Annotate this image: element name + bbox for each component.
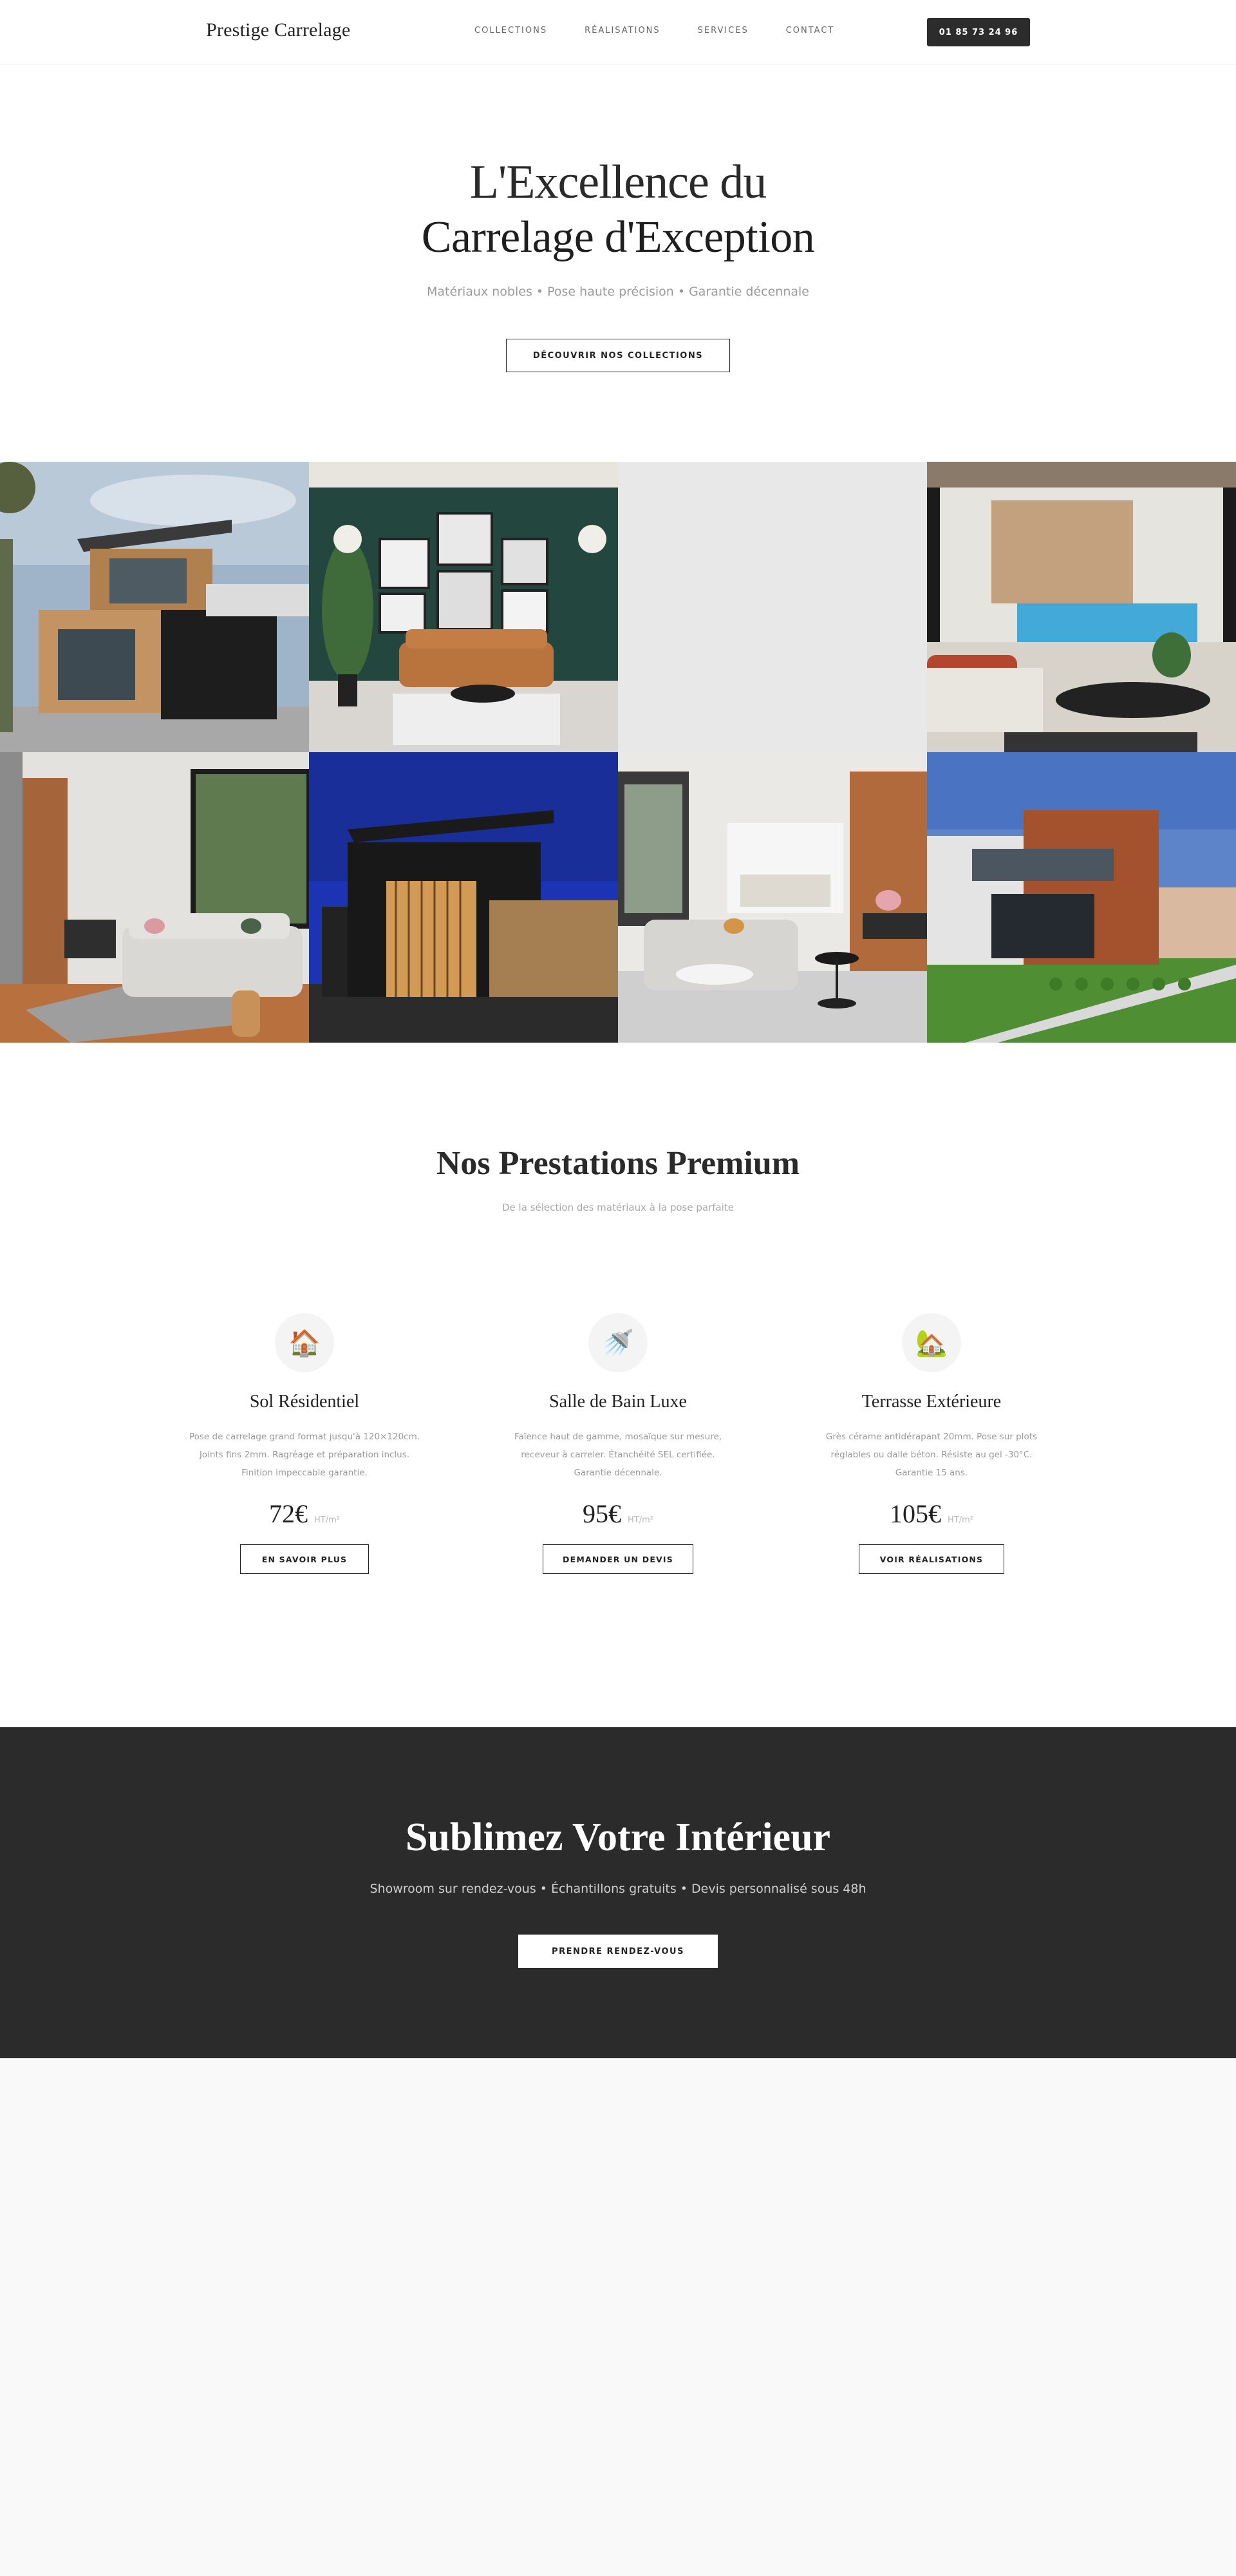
service-card-salle-de-bain: 🚿 Salle de Bain Luxe Faïence haut de gam…	[489, 1313, 747, 1574]
hero-title-line1: L'Excellence du	[469, 156, 767, 209]
gallery-image-3[interactable]	[618, 462, 927, 752]
gallery-image-7[interactable]	[618, 752, 927, 1043]
view-realisations-button[interactable]: VOIR RÉALISATIONS	[859, 1544, 1004, 1574]
house-exterior-image	[0, 462, 309, 752]
page-bottom-area	[0, 2058, 1236, 2576]
main-nav: COLLECTIONS RÉALISATIONS SERVICES CONTAC…	[474, 26, 872, 35]
house-cladding-image	[927, 752, 1236, 1043]
cta-title: Sublimez Votre Intérieur	[405, 1815, 831, 1859]
kitchen-living-image	[618, 752, 927, 1043]
hero-subtitle: Matériaux nobles • Pose haute précision …	[427, 285, 809, 299]
nav-link-contact[interactable]: CONTACT	[786, 26, 835, 35]
house-garden-icon: 🏡	[902, 1313, 961, 1372]
pool-terrace-image	[927, 462, 1236, 752]
services-subtitle: De la sélection des matériaux à la pose …	[501, 1202, 734, 1213]
gallery-image-1[interactable]	[0, 462, 309, 752]
hero-section: L'Excellence du Carrelage d'Exception Ma…	[0, 65, 1236, 462]
cta-section: Sublimez Votre Intérieur Showroom sur re…	[0, 1727, 1236, 2058]
price-amount: 95€	[583, 1499, 621, 1528]
book-appointment-button[interactable]: PRENDRE RENDEZ-VOUS	[518, 1935, 718, 1968]
learn-more-button[interactable]: EN SAVOIR PLUS	[240, 1544, 369, 1574]
price-amount: 105€	[890, 1499, 941, 1528]
site-header: Prestige Carrelage COLLECTIONS RÉALISATI…	[0, 0, 1236, 64]
hero-title-line2: Carrelage d'Exception	[421, 213, 815, 262]
service-price: 105€ HT/m²	[803, 1499, 1060, 1529]
service-description: Grès cérame antidérapant 20mm. Pose sur …	[825, 1432, 1038, 1478]
service-card-sol: 🏠 Sol Résidentiel Pose de carrelage gran…	[176, 1313, 433, 1574]
service-name: Salle de Bain Luxe	[549, 1392, 687, 1412]
gallery-image-2[interactable]	[309, 462, 618, 752]
services-title: Nos Prestations Premium	[436, 1145, 800, 1182]
gallery-image-4[interactable]	[927, 462, 1236, 752]
service-name: Sol Résidentiel	[249, 1392, 360, 1412]
discover-collections-button[interactable]: DÉCOUVRIR NOS COLLECTIONS	[506, 339, 730, 372]
photo-gallery	[0, 462, 1236, 1043]
gallery-image-6[interactable]	[309, 752, 618, 1043]
service-price: 95€ HT/m²	[489, 1499, 747, 1529]
nav-link-realisations[interactable]: RÉALISATIONS	[585, 26, 660, 35]
price-unit: HT/m²	[314, 1515, 340, 1525]
site-logo[interactable]: Prestige Carrelage	[206, 19, 350, 41]
service-price: 72€ HT/m²	[176, 1499, 433, 1529]
price-unit: HT/m²	[948, 1515, 973, 1525]
nav-link-collections[interactable]: COLLECTIONS	[474, 26, 547, 35]
service-card-terrasse: 🏡 Terrasse Extérieure Grès cérame antidé…	[803, 1313, 1060, 1574]
service-name: Terrasse Extérieure	[861, 1392, 1002, 1412]
nav-link-services[interactable]: SERVICES	[698, 26, 749, 35]
living-room-sofa-image	[0, 752, 309, 1043]
service-description: Faïence haut de gamme, mosaïque sur mesu…	[514, 1432, 722, 1478]
phone-button[interactable]: 01 85 73 24 96	[927, 18, 1030, 46]
price-amount: 72€	[269, 1499, 308, 1528]
house-icon: 🏠	[275, 1313, 334, 1372]
gallery-image-8[interactable]	[927, 752, 1236, 1043]
shower-icon: 🚿	[588, 1313, 648, 1372]
service-description: Pose de carrelage grand format jusqu'à 1…	[189, 1432, 420, 1478]
price-unit: HT/m²	[628, 1515, 653, 1525]
house-night-image	[309, 752, 618, 1043]
image-placeholder	[618, 462, 927, 752]
cta-subtitle: Showroom sur rendez-vous • Échantillons …	[370, 1882, 866, 1896]
gallery-image-5[interactable]	[0, 752, 309, 1043]
request-quote-button[interactable]: DEMANDER UN DEVIS	[543, 1544, 693, 1574]
living-room-image	[309, 462, 618, 752]
services-section: Nos Prestations Premium De la sélection …	[0, 1043, 1236, 1727]
